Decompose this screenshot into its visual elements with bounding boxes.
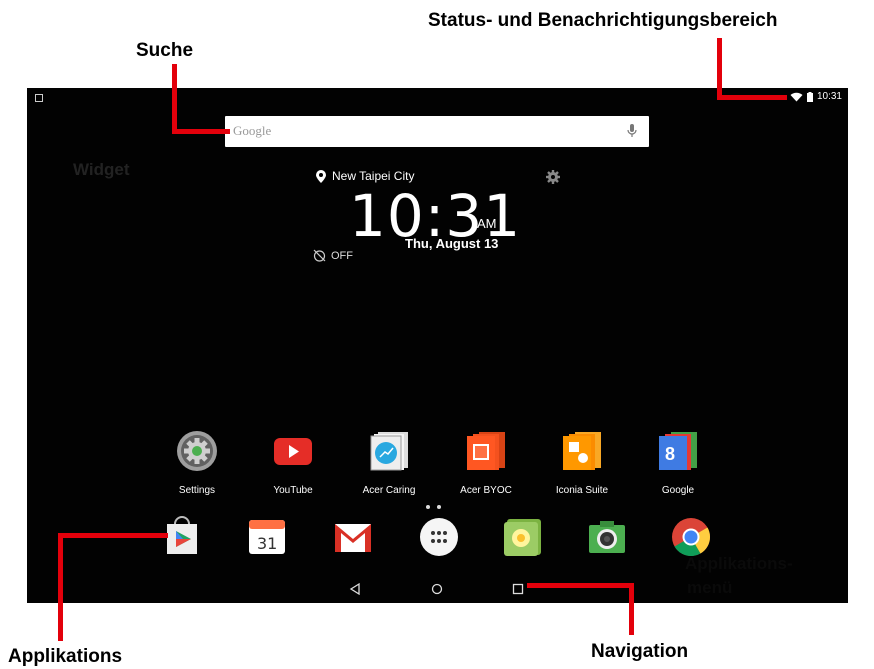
status-icons: 10:31 (790, 91, 842, 102)
app-label: Google (661, 485, 695, 496)
app-google-folder[interactable]: 8 Google (633, 430, 723, 496)
home-apps-row: Settings YouTube Acer Caring Acer BYOC I… (27, 430, 848, 500)
apps-callout-line-h (58, 533, 168, 538)
tablet-home-screen: 10:31 Widget New Taipei City 10:31 AM Th… (27, 88, 848, 603)
wifi-icon (790, 92, 803, 101)
gmail-icon[interactable] (332, 516, 374, 558)
youtube-icon (274, 438, 312, 465)
home-button[interactable] (427, 579, 447, 599)
svg-text:8: 8 (665, 444, 675, 464)
search-callout-line-v (172, 64, 177, 134)
status-area-callout: Status- und Benachrichtigungsbereich (428, 10, 778, 31)
navigation-callout: Navigation (591, 641, 689, 662)
gallery-icon[interactable] (502, 516, 544, 558)
status-callout-line-h (717, 95, 787, 100)
app-menu-callout-line1: Applikations- (685, 554, 793, 573)
camera-icon[interactable] (586, 516, 628, 558)
search-callout: Suche (136, 40, 194, 61)
app-label: Iconia Suite (555, 485, 609, 496)
nav-callout-line-v (629, 583, 634, 635)
status-time: 10:31 (816, 91, 842, 102)
acer-byoc-icon (467, 432, 505, 470)
widget-settings-gear-icon[interactable] (546, 170, 560, 184)
calendar-day: 31 (257, 534, 277, 553)
status-callout-line-v (717, 38, 722, 100)
chrome-icon[interactable] (670, 516, 712, 558)
alarm-off-icon (313, 249, 326, 262)
nav-callout-line-h (527, 583, 634, 588)
app-label: Settings (178, 485, 216, 496)
back-button[interactable] (345, 579, 365, 599)
location[interactable]: New Taipei City (316, 169, 414, 183)
app-acer-byoc[interactable]: Acer BYOC (441, 430, 531, 496)
home-icon (431, 583, 443, 595)
iconia-suite-icon (563, 432, 601, 470)
app-acer-caring[interactable]: Acer Caring (344, 430, 434, 496)
search-input[interactable] (233, 123, 533, 139)
acer-caring-icon (370, 432, 408, 471)
notification-icon (35, 94, 43, 102)
settings-icon (177, 431, 217, 471)
navigation-bar (27, 575, 848, 601)
apps-callout-line-v (58, 533, 63, 641)
location-pin-icon (316, 169, 326, 183)
app-youtube[interactable]: YouTube (248, 430, 338, 496)
calendar-icon[interactable]: 31 (246, 516, 288, 558)
page-dot (426, 505, 430, 509)
app-drawer-icon[interactable] (418, 516, 460, 558)
page-indicator (426, 505, 441, 509)
app-iconia-suite[interactable]: Iconia Suite (537, 430, 627, 496)
clock-date: Thu, August 13 (405, 236, 499, 251)
battery-icon (806, 91, 813, 102)
location-name: New Taipei City (332, 169, 415, 183)
app-label: YouTube (273, 485, 313, 496)
search-callout-line-h (172, 129, 230, 134)
page-dot (437, 505, 441, 509)
clock-ampm: AM (477, 216, 497, 231)
app-label: Acer Caring (362, 485, 416, 496)
mic-icon[interactable] (627, 124, 637, 138)
recents-button[interactable] (508, 579, 528, 599)
back-icon (349, 583, 360, 595)
applications-callout: Applikations (8, 646, 123, 667)
calendar-graphic: 31 (249, 520, 285, 554)
widget-callout: Widget (73, 160, 130, 179)
google-search-bar[interactable] (225, 116, 649, 147)
app-label: Acer BYOC (460, 485, 512, 496)
alarm-label: OFF (331, 249, 353, 262)
google-folder-icon: 8 (659, 432, 697, 470)
alarm-status[interactable]: OFF (313, 249, 353, 262)
recents-icon (512, 583, 524, 595)
app-settings[interactable]: Settings (152, 430, 242, 496)
